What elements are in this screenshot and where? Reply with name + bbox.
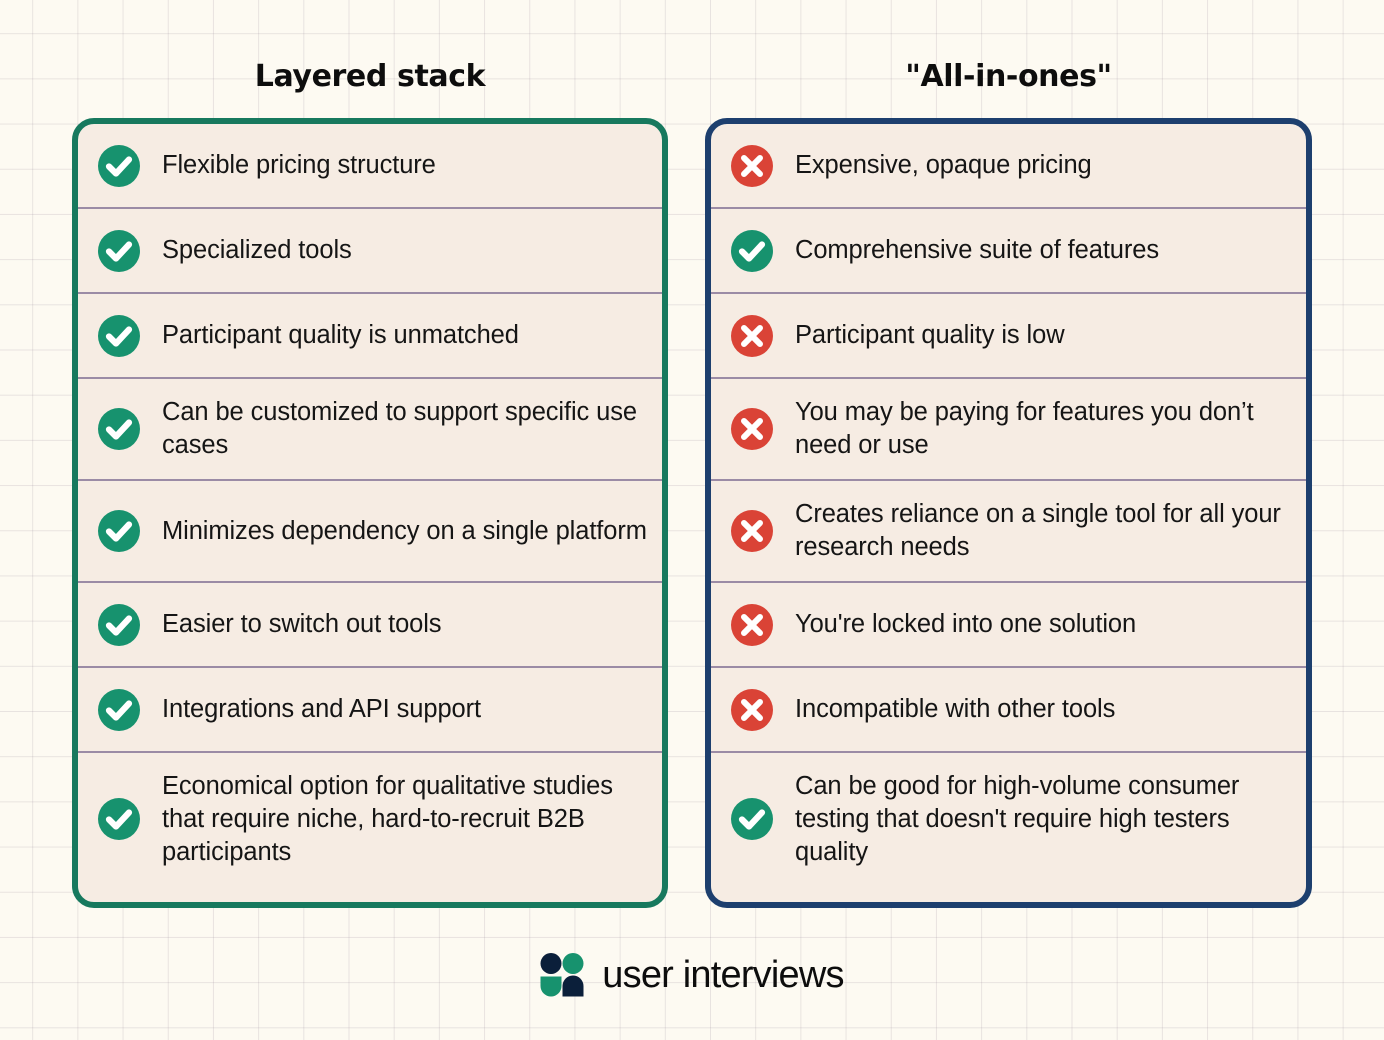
list-item[interactable]: Participant quality is unmatched [78,294,662,379]
list-item[interactable]: Incompatible with other tools [711,668,1306,753]
list-item[interactable]: Comprehensive suite of features [711,209,1306,294]
check-icon [98,510,140,552]
list-item-label: Expensive, opaque pricing [795,151,1092,179]
list-item[interactable]: Participant quality is low [711,294,1306,379]
list-item[interactable]: You're locked into one solution [711,583,1306,668]
list-item-label: Specialized tools [162,236,352,264]
check-icon [98,798,140,840]
list-item[interactable]: Can be good for high-volume consumer tes… [711,753,1306,885]
user-interviews-logo-mark [540,952,584,998]
list-item-label: Can be good for high-volume consumer tes… [795,771,1240,866]
list-item-label: Participant quality is low [795,321,1065,349]
check-icon [98,603,140,646]
check-icon [98,229,140,272]
list-item[interactable]: Easier to switch out tools [78,583,662,668]
list-item[interactable]: Specialized tools [78,209,662,294]
brand-footer: user interviews [0,944,1384,1006]
list-item-label: Can be customized to support specific us… [162,398,637,459]
cross-icon [731,144,773,187]
list-item-label: Flexible pricing structure [162,151,436,179]
list-item-label: Incompatible with other tools [795,695,1116,723]
column-title-layered-stack: Layered stack [254,59,486,94]
list-item[interactable]: Can be customized to support specific us… [78,379,662,481]
list-item-label: Economical option for qualitative studie… [162,771,613,866]
list-item-label: Participant quality is unmatched [162,321,519,349]
list-item-label: Creates reliance on a single tool for al… [795,500,1281,561]
list-item-label: Integrations and API support [162,695,482,723]
check-icon [98,408,140,450]
card-all-in-ones: Expensive, opaque pricing Comprehensive … [705,118,1312,908]
cross-icon [731,408,773,450]
list-item-label: Minimizes dependency on a single platfor… [162,516,647,545]
cross-icon [731,314,773,357]
cross-icon [731,603,773,646]
list-item-label: You may be paying for features you don’t… [795,398,1254,459]
list-item[interactable]: Minimizes dependency on a single platfor… [78,481,662,583]
check-icon [98,688,140,731]
check-icon [731,229,773,272]
comparison-board: Layered stack Flexible pricing structure… [0,0,1384,1040]
list-item[interactable]: Economical option for qualitative studie… [78,753,662,885]
list-item-label: You're locked into one solution [795,610,1137,638]
cross-icon [731,510,773,552]
column-title-all-in-ones: "All-in-ones" [905,59,1112,94]
list-item[interactable]: Expensive, opaque pricing [711,124,1306,209]
check-icon [98,144,140,187]
list-item-label: Easier to switch out tools [162,610,442,638]
user-interviews-wordmark: user interviews [602,954,844,996]
list-item[interactable]: Flexible pricing structure [78,124,662,209]
list-item[interactable]: Integrations and API support [78,668,662,753]
list-item[interactable]: You may be paying for features you don’t… [711,379,1306,481]
list-item[interactable]: Creates reliance on a single tool for al… [711,481,1306,583]
check-icon [98,314,140,357]
cross-icon [731,688,773,731]
check-icon [731,798,773,840]
list-item-label: Comprehensive suite of features [795,236,1160,264]
card-layered-stack: Flexible pricing structure Specialized t… [72,118,668,908]
